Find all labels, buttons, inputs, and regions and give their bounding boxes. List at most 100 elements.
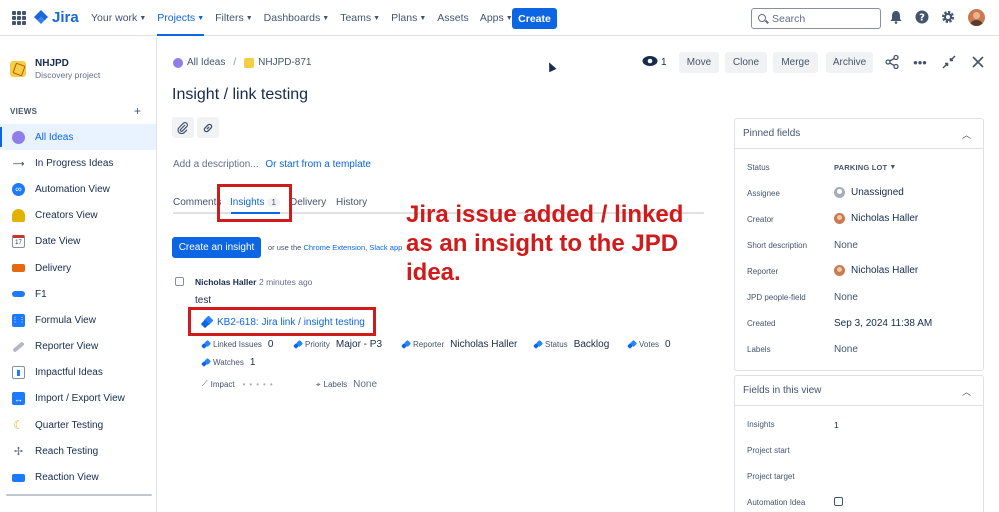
jpd-people-field-value[interactable]: None bbox=[834, 292, 858, 303]
chevron-down-icon: ▼ bbox=[139, 14, 147, 22]
assignee-value[interactable]: Unassigned bbox=[834, 187, 904, 198]
sidebar-item-label: Delivery bbox=[35, 262, 72, 274]
close-icon[interactable] bbox=[970, 55, 986, 72]
sidebar-item-f1[interactable]: F1 bbox=[0, 281, 156, 307]
jira-logo[interactable]: Jira bbox=[34, 9, 79, 26]
syringe-icon bbox=[12, 340, 25, 353]
cable-car-icon bbox=[12, 473, 25, 482]
nav-label: Plans bbox=[391, 12, 418, 24]
jira-logo-text: Jira bbox=[52, 9, 79, 26]
automation-idea-checkbox[interactable] bbox=[834, 497, 843, 506]
sidebar-item-all-ideas[interactable]: All Ideas bbox=[0, 124, 156, 151]
status-lozenge[interactable]: PARKING LOT ▼ bbox=[834, 163, 896, 172]
user-avatar[interactable] bbox=[968, 9, 985, 26]
sidebar-scrollbar[interactable] bbox=[6, 494, 152, 496]
watch-eye-icon[interactable] bbox=[642, 55, 658, 70]
sidebar-item-quarter-testing[interactable]: ☾ Quarter Testing bbox=[0, 412, 156, 438]
sidebar-item-reaction-view[interactable]: Reaction View bbox=[0, 464, 156, 490]
sidebar-item-formula-view[interactable]: ⋮⋮ Formula View bbox=[0, 307, 156, 333]
globe-icon bbox=[12, 130, 25, 144]
project-header[interactable]: NHJPD Discovery project bbox=[10, 58, 100, 80]
short-description-value[interactable]: None bbox=[834, 240, 858, 251]
sidebar-item-automation-view[interactable]: ∞ Automation View bbox=[0, 176, 156, 202]
chevron-up-icon: ︿ bbox=[961, 387, 971, 397]
sidebar-item-delivery[interactable]: Delivery bbox=[0, 255, 156, 281]
idea-title[interactable]: Insight / link testing bbox=[172, 86, 308, 104]
field-label: Labels bbox=[323, 380, 348, 389]
merge-button[interactable]: Merge bbox=[773, 52, 818, 73]
field-label: Watches bbox=[213, 358, 244, 367]
nav-projects[interactable]: Projects ▼ bbox=[157, 0, 204, 36]
sidebar-item-label: Reporter View bbox=[35, 341, 99, 353]
minimize-icon[interactable] bbox=[941, 55, 957, 72]
nav-dashboards[interactable]: Dashboards ▼ bbox=[264, 0, 330, 36]
nav-teams[interactable]: Teams ▼ bbox=[340, 0, 380, 36]
reporter-value[interactable]: Nicholas Haller bbox=[834, 265, 918, 276]
chevron-down-icon: ▼ bbox=[197, 14, 205, 22]
sidebar-item-import-export-view[interactable]: ↔ Import / Export View bbox=[0, 386, 156, 412]
sidebar-item-creators-view[interactable]: Creators View bbox=[0, 203, 156, 229]
attachment-paperclip-icon[interactable] bbox=[172, 117, 194, 138]
jira-field-icon bbox=[628, 341, 636, 349]
field-label: Priority bbox=[305, 340, 330, 349]
sidebar-item-in-progress-ideas[interactable]: ⟶ In Progress Ideas bbox=[0, 150, 156, 176]
help-icon[interactable]: ? bbox=[915, 10, 929, 24]
create-button[interactable]: Create bbox=[512, 8, 557, 29]
slack-app-link[interactable]: Slack app bbox=[369, 243, 402, 252]
more-actions-icon[interactable]: ••• bbox=[912, 55, 928, 70]
create-insight-button[interactable]: Create an insight bbox=[172, 237, 261, 258]
tab-comments[interactable]: Comments bbox=[173, 197, 221, 208]
calendar-icon: 17 bbox=[12, 235, 25, 249]
chevron-down-icon: ▼ bbox=[322, 14, 330, 22]
description-field[interactable]: Add a description... Or start from a tem… bbox=[173, 159, 371, 170]
truck-icon bbox=[12, 264, 25, 273]
tab-history[interactable]: History bbox=[336, 197, 367, 208]
breadcrumb-separator: / bbox=[233, 57, 237, 68]
tab-delivery[interactable]: Delivery bbox=[290, 197, 326, 208]
field-linked-issues: Linked Issues 0 bbox=[202, 339, 273, 350]
chevron-up-icon: ︿ bbox=[961, 130, 971, 140]
archive-button[interactable]: Archive bbox=[826, 52, 873, 73]
sidebar-item-reporter-view[interactable]: Reporter View bbox=[0, 334, 156, 360]
nav-plans[interactable]: Plans ▼ bbox=[391, 0, 426, 36]
view-fields-header[interactable]: Fields in this view ︿ bbox=[735, 376, 983, 406]
search-icon bbox=[758, 14, 766, 22]
clone-button[interactable]: Clone bbox=[725, 52, 767, 73]
sidebar-item-impactful-ideas[interactable]: ▮ Impactful Ideas bbox=[0, 360, 156, 386]
views-list: All Ideas ⟶ In Progress Ideas ∞ Automation… bbox=[0, 124, 156, 491]
field-value: 1 bbox=[249, 357, 256, 368]
jira-field-icon bbox=[202, 341, 210, 349]
sidebar-item-reach-testing[interactable]: ✢ Reach Testing bbox=[0, 438, 156, 464]
field-impact[interactable]: ⟋ Impact ••••• bbox=[202, 379, 277, 389]
search-input[interactable]: Search bbox=[751, 8, 881, 29]
impact-rating-dots[interactable]: ••••• bbox=[243, 380, 277, 389]
notifications-icon[interactable] bbox=[889, 10, 903, 24]
nav-items: Your work ▼ Projects ▼ Filters ▼ Dashboards… bbox=[91, 0, 524, 36]
sidebar-item-date-view[interactable]: 17 Date View bbox=[0, 229, 156, 255]
app-switcher-icon[interactable] bbox=[12, 11, 26, 25]
link-icon[interactable] bbox=[197, 117, 219, 138]
watch-count: 1 bbox=[661, 57, 667, 68]
satellite-icon: ✢ bbox=[13, 445, 24, 458]
share-icon[interactable] bbox=[884, 54, 900, 72]
chevron-down-icon: ▼ bbox=[245, 14, 253, 22]
nav-your-work[interactable]: Your work ▼ bbox=[91, 0, 146, 36]
top-navigation: Jira Your work ▼ Projects ▼ Filters ▼ Dashb… bbox=[0, 0, 999, 36]
chrome-extension-link[interactable]: Chrome Extension bbox=[303, 243, 365, 252]
nav-apps[interactable]: Apps ▼ bbox=[480, 0, 513, 36]
template-link[interactable]: Or start from a template bbox=[265, 159, 371, 170]
pinned-fields-header[interactable]: Pinned fields ︿ bbox=[735, 119, 983, 149]
field-priority: Priority Major - P3 bbox=[294, 339, 382, 350]
insight-author: Nicholas Haller bbox=[195, 277, 257, 287]
breadcrumb-all-ideas[interactable]: All Ideas bbox=[187, 57, 225, 68]
labels-value[interactable]: None bbox=[834, 344, 858, 355]
nav-filters[interactable]: Filters ▼ bbox=[215, 0, 253, 36]
settings-gear-icon[interactable] bbox=[941, 10, 955, 24]
insight-select-checkbox[interactable] bbox=[175, 277, 184, 286]
nav-assets[interactable]: Assets bbox=[437, 0, 469, 36]
breadcrumb-issue-key[interactable]: NHJPD-871 bbox=[258, 57, 311, 68]
jira-mark-icon bbox=[34, 9, 48, 24]
infinity-icon: ∞ bbox=[12, 182, 25, 196]
add-view-icon[interactable]: + bbox=[134, 104, 141, 118]
move-button[interactable]: Move bbox=[679, 52, 719, 73]
